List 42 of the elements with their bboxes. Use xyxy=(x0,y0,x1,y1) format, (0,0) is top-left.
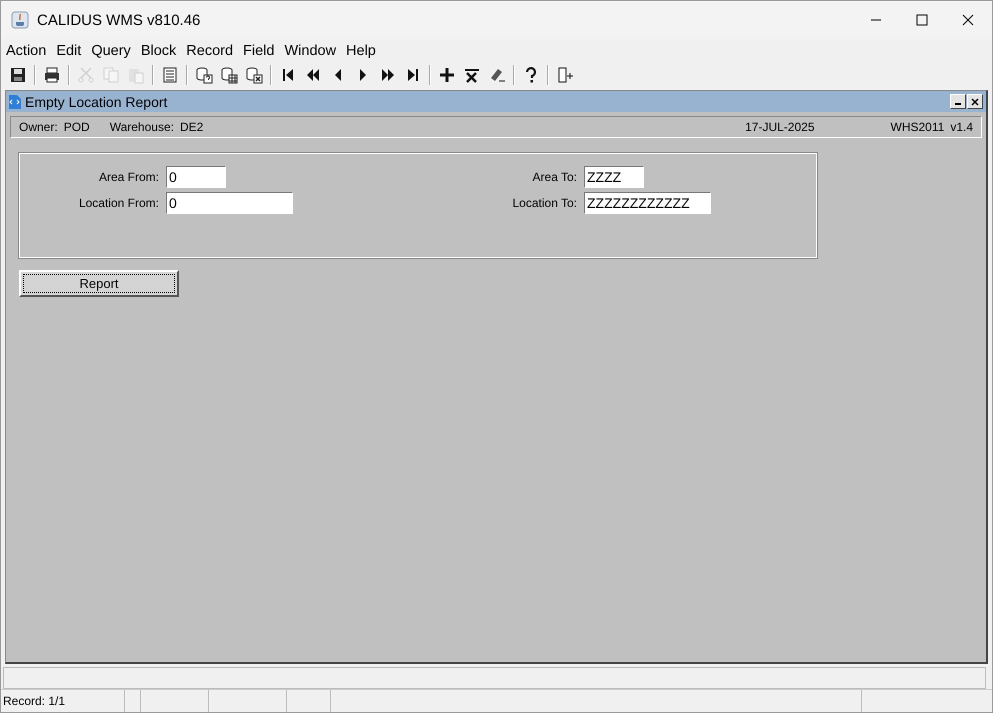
maximize-icon[interactable] xyxy=(916,14,928,26)
print-icon[interactable] xyxy=(43,66,61,84)
close-icon[interactable] xyxy=(962,14,974,26)
module-code: WHS2011 xyxy=(890,120,944,134)
menu-item[interactable]: Block xyxy=(140,43,176,59)
exit-icon[interactable] xyxy=(556,66,574,84)
minimize-button[interactable] xyxy=(950,94,966,109)
field-label: Location From: xyxy=(78,196,159,210)
menu-item[interactable]: Query xyxy=(91,43,131,59)
insert-icon[interactable] xyxy=(438,66,456,84)
owner-value: POD xyxy=(64,120,90,134)
menu-item[interactable]: Window xyxy=(284,43,336,59)
list-icon[interactable] xyxy=(161,66,179,84)
warehouse-label: Warehouse: xyxy=(110,120,174,134)
menu-item[interactable]: Help xyxy=(346,43,376,59)
report-button[interactable]: Report xyxy=(19,270,179,297)
input-field[interactable]: ZZZZZZZZZZZZ xyxy=(584,192,711,214)
menu-item[interactable]: Edit xyxy=(56,43,82,59)
query-icon[interactable] xyxy=(195,66,213,84)
form-icon xyxy=(9,94,21,108)
nextset-icon[interactable] xyxy=(379,66,397,84)
form-title: Empty Location Report xyxy=(25,94,168,110)
owner-label: Owner: xyxy=(19,120,58,134)
close-icon xyxy=(971,98,979,106)
warehouse-value: DE2 xyxy=(180,120,204,134)
version-text: v1.4 xyxy=(950,120,973,134)
menu-item[interactable]: Field xyxy=(243,43,274,59)
close-button[interactable] xyxy=(967,94,983,109)
date-text: 17-JUL-2025 xyxy=(745,120,814,134)
menu-item[interactable]: Action xyxy=(6,43,46,59)
app-icon xyxy=(11,11,29,29)
menu-item[interactable]: Record xyxy=(186,43,234,59)
delete-icon[interactable] xyxy=(463,66,481,84)
input-field[interactable]: 0 xyxy=(166,166,226,188)
input-field[interactable]: ZZZZ xyxy=(584,166,644,188)
field-label: Area From: xyxy=(98,170,159,184)
input-field[interactable]: 0 xyxy=(166,192,293,214)
window-title: CALIDUS WMS v810.46 xyxy=(37,12,200,28)
field-label: Location To: xyxy=(512,196,577,210)
record-status: Record: 1/1 xyxy=(1,690,125,712)
field-label: Area To: xyxy=(532,170,577,184)
save-icon[interactable] xyxy=(9,66,27,84)
